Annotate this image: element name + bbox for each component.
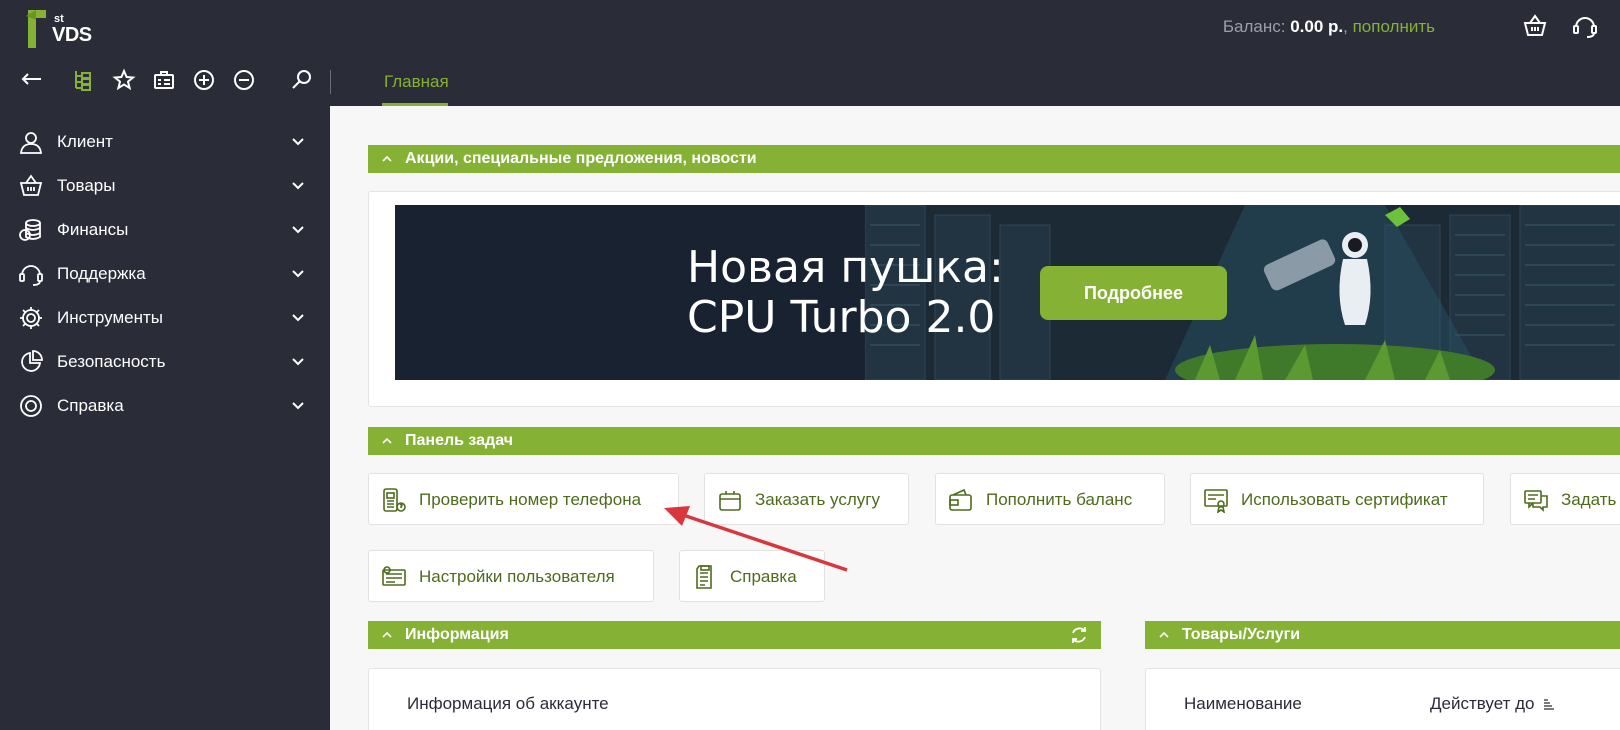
banner-title-line2: CPU Turbo 2.0 bbox=[687, 292, 996, 343]
promo-banner[interactable]: Новая пушка: CPU Turbo 2.0 Подробнее bbox=[395, 205, 1620, 380]
top-bar: st VDS Баланс: 0.00 р., пополнить Главна… bbox=[0, 0, 1620, 106]
sidebar-item-label: Безопасность bbox=[57, 352, 166, 371]
chevron-down-icon bbox=[292, 402, 304, 410]
sidebar-item-finance[interactable]: Финансы bbox=[0, 208, 330, 252]
sidebar: Клиент Товары Финансы Поддержка Инструме… bbox=[0, 106, 330, 730]
chevron-up-icon[interactable] bbox=[380, 434, 394, 448]
chevron-down-icon bbox=[292, 226, 304, 234]
sidebar-item-label: Поддержка bbox=[57, 264, 146, 283]
chevron-down-icon bbox=[292, 358, 304, 366]
star-icon[interactable] bbox=[112, 68, 136, 92]
column-header-name[interactable]: Наименование bbox=[1184, 694, 1302, 714]
task-check-phone[interactable]: Проверить номер телефона bbox=[368, 473, 679, 525]
section-products-header[interactable]: Товары/Услуги bbox=[1145, 621, 1620, 649]
balance: Баланс: 0.00 р., пополнить bbox=[1223, 17, 1435, 37]
chevron-down-icon bbox=[292, 182, 304, 190]
user-settings-icon bbox=[382, 566, 406, 586]
pie-icon bbox=[21, 350, 43, 372]
products-card: Наименование Действует до bbox=[1145, 668, 1620, 730]
toolbar bbox=[0, 64, 330, 100]
task-ask-question[interactable]: Задать bbox=[1510, 473, 1620, 525]
chat-icon bbox=[1524, 490, 1548, 512]
phone-check-icon bbox=[383, 488, 406, 512]
sort-icon[interactable] bbox=[1542, 698, 1556, 712]
chevron-down-icon bbox=[292, 270, 304, 278]
cart-icon[interactable] bbox=[1522, 13, 1548, 39]
balance-label: Баланс: bbox=[1222, 17, 1291, 36]
chevron-up-icon[interactable] bbox=[380, 628, 394, 642]
task-label: Пополнить баланс bbox=[986, 490, 1133, 509]
tree-icon[interactable] bbox=[72, 68, 96, 92]
banner-more-button[interactable]: Подробнее bbox=[1040, 266, 1227, 320]
sidebar-item-tools[interactable]: Инструменты bbox=[0, 296, 330, 340]
refresh-icon[interactable] bbox=[1069, 625, 1089, 645]
sidebar-item-products[interactable]: Товары bbox=[0, 164, 330, 208]
basket-icon bbox=[19, 174, 43, 196]
info-card: Информация об аккаунте bbox=[368, 668, 1101, 730]
sidebar-item-label: Справка bbox=[57, 396, 124, 415]
banner-title-line1: Новая пушка: bbox=[687, 242, 1004, 293]
logo-text: VDS bbox=[52, 24, 92, 46]
chevron-up-icon[interactable] bbox=[1157, 628, 1171, 642]
finance-icon bbox=[19, 219, 41, 241]
column-header-valid-until[interactable]: Действует до bbox=[1430, 694, 1535, 714]
sidebar-item-label: Финансы bbox=[57, 220, 129, 239]
balance-sep: , bbox=[1343, 17, 1353, 36]
plus-circle-icon[interactable] bbox=[192, 68, 216, 92]
tab-main-underline bbox=[382, 103, 448, 106]
section-news-header[interactable]: Акции, специальные предложения, новости bbox=[368, 145, 1620, 173]
task-label: Задать bbox=[1561, 490, 1617, 509]
section-title: Панель задач bbox=[405, 432, 513, 449]
sidebar-item-label: Товары bbox=[57, 176, 116, 195]
balance-amount: 0.00 р. bbox=[1290, 17, 1344, 36]
task-label: Использовать сертификат bbox=[1241, 490, 1448, 509]
section-tasks-header[interactable]: Панель задач bbox=[368, 427, 1620, 455]
task-use-certificate[interactable]: Использовать сертификат bbox=[1190, 473, 1484, 525]
section-info-header[interactable]: Информация bbox=[368, 621, 1101, 649]
task-user-settings[interactable]: Настройки пользователя bbox=[368, 550, 654, 602]
back-icon[interactable] bbox=[20, 68, 44, 92]
wallet-icon bbox=[949, 488, 972, 511]
chevron-up-icon[interactable] bbox=[380, 152, 394, 166]
task-label: Настройки пользователя bbox=[419, 567, 615, 586]
toolbar-divider bbox=[330, 70, 331, 94]
task-topup-balance[interactable]: Пополнить баланс bbox=[935, 473, 1165, 525]
gear-icon bbox=[20, 307, 42, 329]
sidebar-item-security[interactable]: Безопасность bbox=[0, 340, 330, 384]
sidebar-item-client[interactable]: Клиент bbox=[0, 120, 330, 164]
chevron-down-icon bbox=[292, 138, 304, 146]
topup-link[interactable]: пополнить bbox=[1353, 17, 1435, 36]
search-icon[interactable] bbox=[290, 68, 314, 92]
tab-main[interactable]: Главная bbox=[384, 72, 449, 92]
chevron-down-icon bbox=[292, 314, 304, 322]
task-label: Проверить номер телефона bbox=[419, 490, 642, 509]
headset-icon[interactable] bbox=[1572, 13, 1598, 39]
section-title: Товары/Услуги bbox=[1182, 626, 1301, 643]
sidebar-item-support[interactable]: Поддержка bbox=[0, 252, 330, 296]
section-title: Акции, специальные предложения, новости bbox=[405, 150, 757, 167]
section-title: Информация bbox=[405, 626, 509, 643]
annotation-arrow bbox=[664, 506, 848, 572]
sidebar-item-help[interactable]: Справка bbox=[0, 384, 330, 428]
client-icon bbox=[19, 132, 43, 154]
briefcase-icon[interactable] bbox=[152, 68, 176, 92]
minus-circle-icon[interactable] bbox=[232, 68, 256, 92]
certificate-icon bbox=[1204, 489, 1228, 513]
support-icon bbox=[19, 265, 43, 286]
account-info-label: Информация об аккаунте bbox=[407, 694, 609, 713]
sidebar-item-label: Инструменты bbox=[57, 308, 164, 327]
lifebuoy-icon bbox=[20, 395, 42, 417]
banner-title: Новая пушка: CPU Turbo 2.0 bbox=[687, 243, 1004, 343]
sidebar-item-label: Клиент bbox=[57, 132, 113, 151]
